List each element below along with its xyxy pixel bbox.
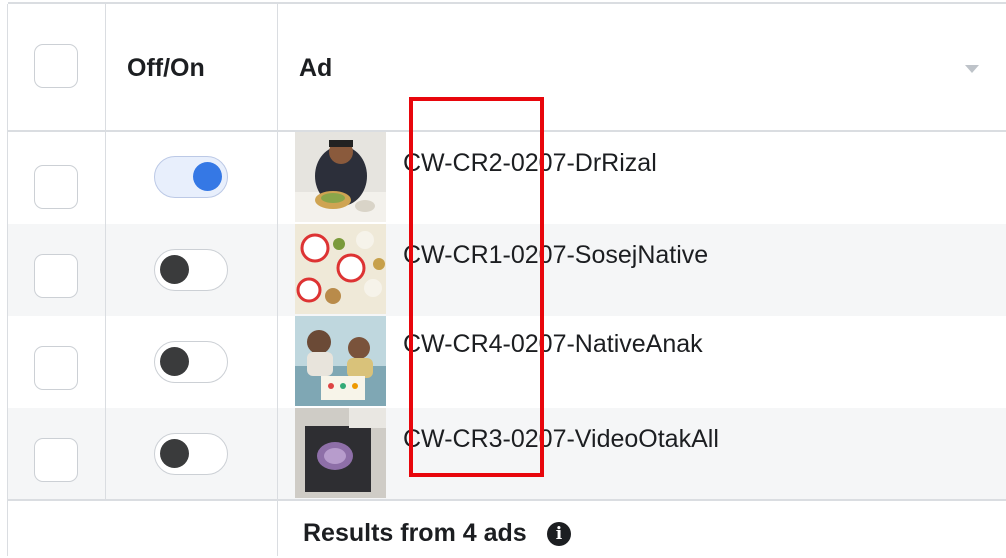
- results-summary: Results from 4 ads: [303, 519, 527, 547]
- sort-caret-icon[interactable]: [965, 65, 979, 73]
- ad-toggle[interactable]: [154, 249, 228, 291]
- column-divider: [277, 4, 278, 556]
- toggle-knob: [193, 162, 222, 191]
- ad-thumbnail[interactable]: [295, 132, 386, 222]
- ad-toggle[interactable]: [154, 156, 228, 198]
- row-checkbox[interactable]: [34, 254, 78, 298]
- table-footer: Results from 4 ads i: [8, 499, 1006, 558]
- ad-thumbnail[interactable]: [295, 316, 386, 406]
- row-checkbox[interactable]: [34, 346, 78, 390]
- column-header-ad[interactable]: Ad: [299, 54, 332, 83]
- toggle-knob: [160, 255, 189, 284]
- select-all-checkbox[interactable]: [34, 44, 78, 88]
- toggle-knob: [160, 347, 189, 376]
- highlight-annotation-box: [409, 97, 544, 477]
- row-checkbox[interactable]: [34, 165, 78, 209]
- ad-toggle[interactable]: [154, 433, 228, 475]
- row-checkbox[interactable]: [34, 438, 78, 482]
- ad-thumbnail[interactable]: [295, 408, 386, 498]
- ad-thumbnail[interactable]: [295, 224, 386, 314]
- column-divider: [105, 4, 106, 499]
- info-icon[interactable]: i: [547, 522, 571, 546]
- toggle-knob: [160, 439, 189, 468]
- ad-toggle[interactable]: [154, 341, 228, 383]
- column-header-off-on[interactable]: Off/On: [127, 54, 205, 83]
